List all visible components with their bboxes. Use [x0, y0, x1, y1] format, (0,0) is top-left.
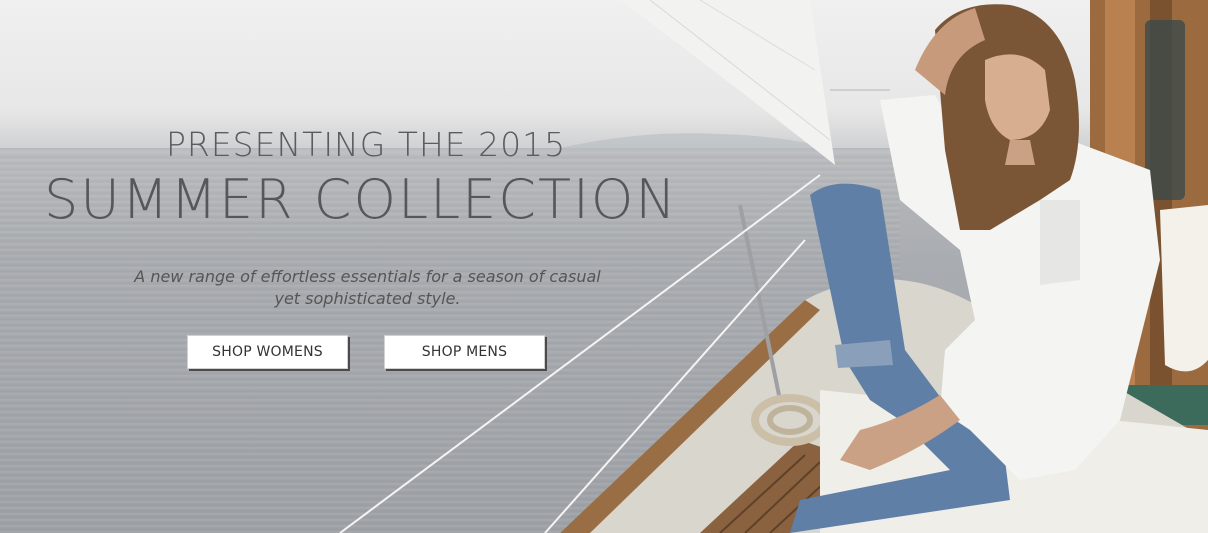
shop-mens-button[interactable]: SHOP MENS: [384, 335, 545, 369]
subcopy-line-1: A new range of effortless essentials for…: [134, 267, 601, 286]
shop-mens-label: SHOP MENS: [421, 344, 508, 360]
hero-subcopy: A new range of effortless essentials for…: [110, 266, 625, 310]
shop-womens-label: SHOP WOMENS: [212, 344, 323, 360]
subcopy-line-2: yet sophisticated style.: [274, 289, 461, 308]
hero-banner: PRESENTING THE 2015 SUMMER COLLECTION A …: [0, 0, 1208, 533]
distant-coastline: [560, 133, 820, 152]
white-fender: [1160, 205, 1208, 372]
headline-summer-collection: SUMMER COLLECTION: [44, 168, 678, 231]
shop-womens-button[interactable]: SHOP WOMENS: [187, 335, 348, 369]
headline-presenting: PRESENTING THE 2015: [166, 125, 567, 164]
